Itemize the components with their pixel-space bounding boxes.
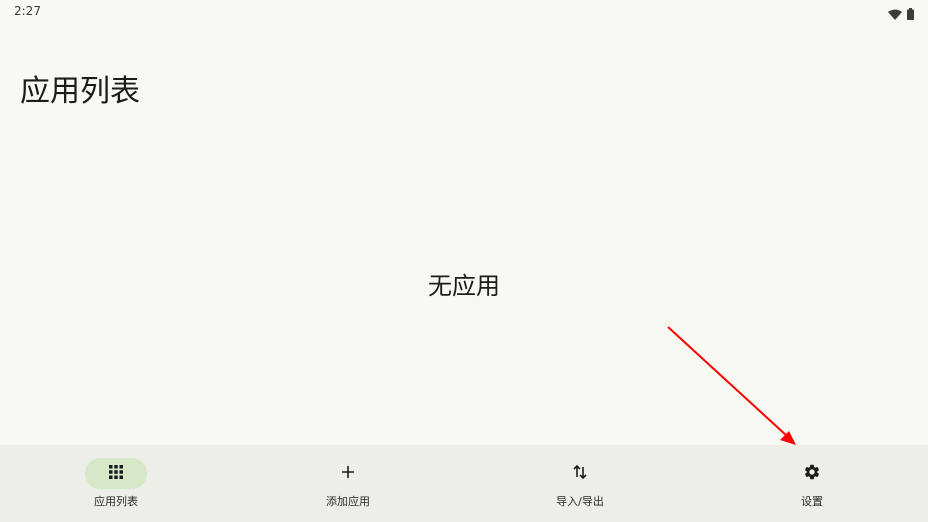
plus-icon [340,464,356,484]
nav-label-settings: 设置 [801,495,823,508]
wifi-icon [888,5,902,24]
nav-label-import-export: 导入/导出 [556,495,604,508]
page-title: 应用列表 [20,74,140,109]
empty-state-message: 无应用 [428,272,500,300]
bottom-navigation: 应用列表 添加应用 导入/导出 设置 [0,445,928,522]
nav-item-settings[interactable]: 设置 [696,445,928,522]
status-bar: 2:27 [0,0,928,24]
nav-item-add-app[interactable]: 添加应用 [232,445,464,522]
nav-label-app-list: 应用列表 [94,495,138,508]
gear-icon [803,463,821,485]
nav-item-import-export[interactable]: 导入/导出 [464,445,696,522]
status-icons [888,5,914,24]
app-screen: 2:27 应用列表 无应用 应用列表 添加应用 导入/导出 设置 [0,0,928,522]
battery-icon [907,5,914,24]
swap-vertical-icon [572,463,588,485]
grid-icon [108,464,124,484]
nav-icon-container [549,458,611,489]
nav-item-app-list[interactable]: 应用列表 [0,445,232,522]
status-time: 2:27 [14,4,41,18]
nav-label-add-app: 添加应用 [326,495,370,508]
nav-icon-container [781,458,843,489]
nav-icon-container [317,458,379,489]
active-indicator [85,458,147,489]
